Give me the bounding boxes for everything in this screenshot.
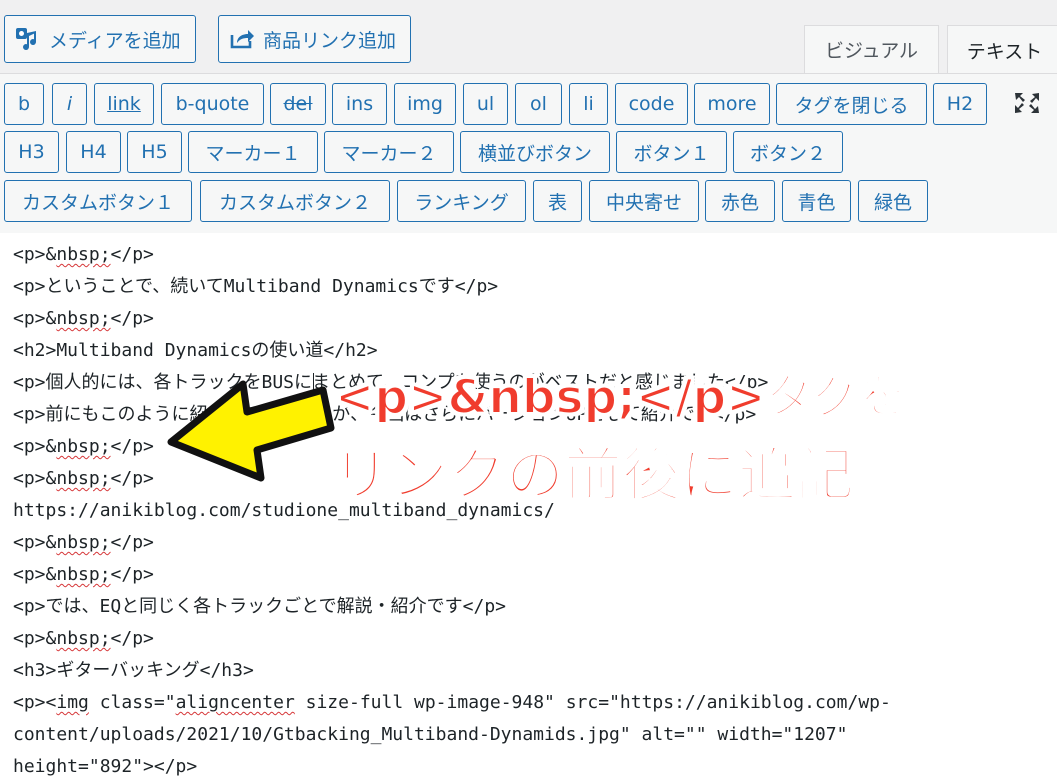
annotation-line-1: <p>&nbsp;</p>タグを — [334, 369, 907, 426]
code-line: <p>&nbsp;</p> — [13, 244, 154, 265]
tab-visual[interactable]: ビジュアル — [804, 25, 939, 73]
add-media-button[interactable]: メディアを追加 — [4, 15, 196, 63]
code-line: content/uploads/2021/10/Gtbacking_Multib… — [13, 724, 848, 745]
qt-close-tags-button[interactable]: タグを閉じる — [776, 83, 927, 125]
tab-text[interactable]: テキスト — [947, 25, 1057, 74]
spellcheck-mark: nbsp; — [56, 468, 111, 489]
qt-bold-button[interactable]: b — [4, 83, 44, 125]
spellcheck-mark: nbsp; — [56, 564, 111, 585]
qt-italic-button[interactable]: i — [52, 83, 87, 125]
editor-header: メディアを追加 商品リンク追加 ビジュアル テキスト — [0, 0, 1057, 74]
code-line: <p>&nbsp;</p> — [13, 308, 154, 329]
qt-marker2-button[interactable]: マーカー２ — [324, 131, 454, 173]
qt-h4-button[interactable]: H4 — [66, 131, 121, 173]
code-line: <p>&nbsp;</p> — [13, 532, 154, 553]
qt-button2-button[interactable]: ボタン２ — [733, 131, 843, 173]
spellcheck-mark: nbsp; — [56, 532, 111, 553]
qt-ranking-button[interactable]: ランキング — [397, 180, 526, 222]
code-line: <p>&nbsp;</p> — [13, 436, 154, 457]
add-media-label: メディアを追加 — [49, 29, 181, 52]
qt-link-button[interactable]: link — [94, 83, 154, 125]
qt-marker1-button[interactable]: マーカー１ — [188, 131, 318, 173]
share-icon — [229, 28, 255, 50]
qt-h5-button[interactable]: H5 — [127, 131, 182, 173]
qt-code-button[interactable]: code — [615, 83, 688, 125]
qt-ins-button[interactable]: ins — [332, 83, 387, 125]
media-icon — [15, 26, 41, 52]
qt-table-button[interactable]: 表 — [533, 180, 582, 222]
qt-custom-button2-button[interactable]: カスタムボタン２ — [200, 180, 390, 222]
code-line: <p><img class="aligncenter size-full wp-… — [13, 692, 891, 713]
spellcheck-mark: img — [56, 692, 89, 713]
qt-button1-button[interactable]: ボタン１ — [616, 131, 727, 173]
qt-red-button[interactable]: 赤色 — [705, 180, 775, 222]
qt-h3-button[interactable]: H3 — [4, 131, 59, 173]
code-line: <p>&nbsp;</p> — [13, 468, 154, 489]
code-line: <p>ということで、続いてMultiband Dynamicsです</p> — [13, 276, 499, 297]
qt-li-button[interactable]: li — [569, 83, 608, 125]
qt-ol-button[interactable]: ol — [515, 83, 562, 125]
code-line: <p>&nbsp;</p> — [13, 564, 154, 585]
annotation-line-2: リンクの前後に追記 — [331, 440, 855, 510]
code-line: <h3>ギターバッキング</h3> — [13, 660, 254, 681]
add-product-link-button[interactable]: 商品リンク追加 — [218, 15, 412, 63]
spellcheck-mark: nbsp; — [56, 244, 111, 265]
add-product-link-label: 商品リンク追加 — [263, 29, 397, 52]
fullscreen-icon[interactable] — [1012, 90, 1042, 116]
qt-center-button[interactable]: 中央寄せ — [589, 180, 699, 222]
qt-custom-button1-button[interactable]: カスタムボタン１ — [4, 180, 192, 222]
qt-h2-button[interactable]: H2 — [933, 83, 987, 125]
qt-img-button[interactable]: img — [394, 83, 456, 125]
spellcheck-mark: aligncenter — [175, 692, 295, 713]
yellow-arrow-icon — [167, 380, 335, 482]
code-line: <p>&nbsp;</p> — [13, 628, 154, 649]
qt-more-button[interactable]: more — [694, 83, 770, 125]
spellcheck-mark: nbsp; — [56, 308, 111, 329]
quicktags-toolbar: b i link b-quote del ins img ul ol li co… — [0, 73, 1057, 234]
qt-blue-button[interactable]: 青色 — [782, 180, 851, 222]
spellcheck-mark: nbsp; — [56, 436, 111, 457]
qt-ul-button[interactable]: ul — [463, 83, 508, 125]
qt-blockquote-button[interactable]: b-quote — [161, 83, 264, 125]
code-line: <p>では、EQと同じく各トラックごとで解説・紹介です</p> — [13, 596, 506, 617]
spellcheck-mark: nbsp; — [56, 628, 111, 649]
qt-green-button[interactable]: 緑色 — [858, 180, 928, 222]
code-line: height="892"></p> — [13, 756, 198, 777]
qt-side-buttons-button[interactable]: 横並びボタン — [460, 131, 610, 173]
qt-del-button[interactable]: del — [270, 83, 326, 125]
